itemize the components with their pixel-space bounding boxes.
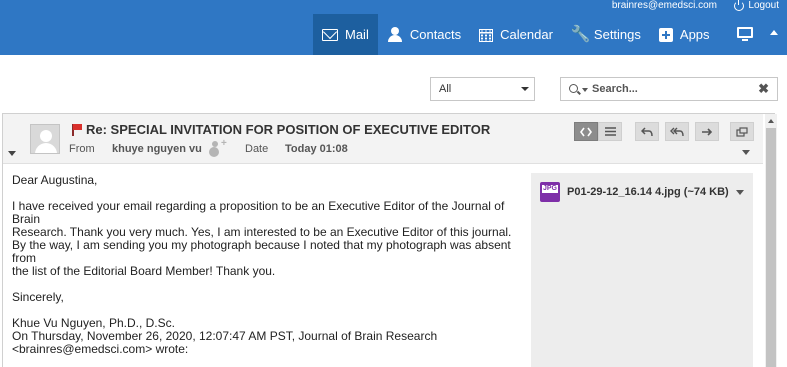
- collapse-header-icon[interactable]: [770, 30, 778, 35]
- search-icon[interactable]: [569, 84, 578, 93]
- forward-icon: [702, 127, 713, 136]
- reply-button[interactable]: [635, 122, 659, 141]
- body-quote-line2: <brainres@emedsci.com> wrote:: [12, 342, 189, 356]
- scroll-thumb[interactable]: [766, 128, 776, 367]
- nav-calendar-label: Calendar: [500, 27, 553, 42]
- text-view-button[interactable]: [598, 122, 622, 141]
- nav-mail[interactable]: Mail: [313, 14, 378, 55]
- message-header: Re: SPECIAL INVITATION FOR POSITION OF E…: [3, 114, 763, 164]
- nav-settings[interactable]: 🔧 Settings: [562, 14, 650, 55]
- contacts-icon: [387, 26, 403, 43]
- nav-settings-label: Settings: [593, 27, 641, 42]
- filter-selected: All: [439, 83, 452, 95]
- attachments-panel: JPG P01-29-12_16.14 4.jpg (~74 KB): [531, 173, 753, 367]
- body-greeting: Dear Augustina,: [12, 173, 98, 187]
- monitor-icon[interactable]: [737, 27, 753, 41]
- calendar-icon: [479, 29, 494, 42]
- html-view-button[interactable]: [574, 122, 598, 141]
- message-body: Dear Augustina, I have received your ema…: [12, 174, 532, 356]
- search-options-icon[interactable]: [582, 88, 588, 92]
- attachment-name[interactable]: P01-29-12_16.14 4.jpg (~74 KB): [567, 186, 729, 198]
- search-box: ✖: [560, 77, 778, 101]
- account-email[interactable]: brainres@emedsci.com: [612, 0, 717, 12]
- date-label: Date: [245, 143, 269, 155]
- nav-apps[interactable]: Apps: [650, 14, 719, 55]
- code-icon: [580, 127, 592, 136]
- nav-apps-label: Apps: [679, 27, 710, 42]
- scrollbar[interactable]: [765, 114, 777, 367]
- nav-contacts-label: Contacts: [409, 27, 462, 42]
- logout-button[interactable]: Logout: [734, 0, 779, 12]
- close-icon[interactable]: ✖: [758, 81, 769, 97]
- logout-label: Logout: [748, 0, 779, 11]
- popout-button[interactable]: [730, 122, 754, 141]
- avatar: [30, 124, 60, 154]
- expand-header-icon[interactable]: [8, 151, 16, 156]
- body-paragraph: I have received your email regarding a p…: [12, 199, 512, 278]
- mail-icon: [322, 28, 338, 41]
- apps-icon: [658, 27, 673, 42]
- top-bar: brainres@emedsci.com Logout Mail Contact…: [0, 0, 787, 55]
- file-type-label: JPG: [542, 185, 558, 193]
- jpg-file-icon: JPG: [540, 182, 560, 202]
- nav-calendar[interactable]: Calendar: [470, 14, 562, 55]
- from-label: From: [69, 143, 95, 155]
- sender-name[interactable]: khuye nguyen vu: [112, 143, 202, 155]
- message-subject: Re: SPECIAL INVITATION FOR POSITION OF E…: [86, 122, 491, 137]
- main-nav: Mail Contacts Calendar 🔧 Settings Apps: [313, 14, 719, 55]
- add-contact-icon[interactable]: [211, 138, 227, 154]
- flag-icon[interactable]: [71, 124, 83, 136]
- more-options-icon[interactable]: [742, 150, 750, 155]
- date-value: Today 01:08: [285, 143, 348, 155]
- lines-icon: [604, 127, 616, 136]
- nav-mail-label: Mail: [345, 27, 369, 42]
- attachment-menu-icon[interactable]: [736, 190, 744, 195]
- message-panel: Re: SPECIAL INVITATION FOR POSITION OF E…: [2, 113, 777, 367]
- forward-button[interactable]: [695, 122, 719, 141]
- popout-icon: [736, 126, 748, 137]
- filter-select[interactable]: All: [430, 77, 535, 101]
- reply-icon: [641, 126, 653, 136]
- scroll-up-icon[interactable]: [768, 119, 774, 123]
- body-closing: Sincerely,: [12, 290, 64, 304]
- nav-contacts[interactable]: Contacts: [378, 14, 470, 55]
- reply-all-button[interactable]: [665, 122, 689, 141]
- power-icon: [734, 0, 745, 11]
- reply-all-icon: [670, 127, 684, 136]
- settings-icon: 🔧: [570, 25, 591, 43]
- chevron-down-icon: [521, 87, 529, 91]
- search-input[interactable]: [592, 81, 752, 97]
